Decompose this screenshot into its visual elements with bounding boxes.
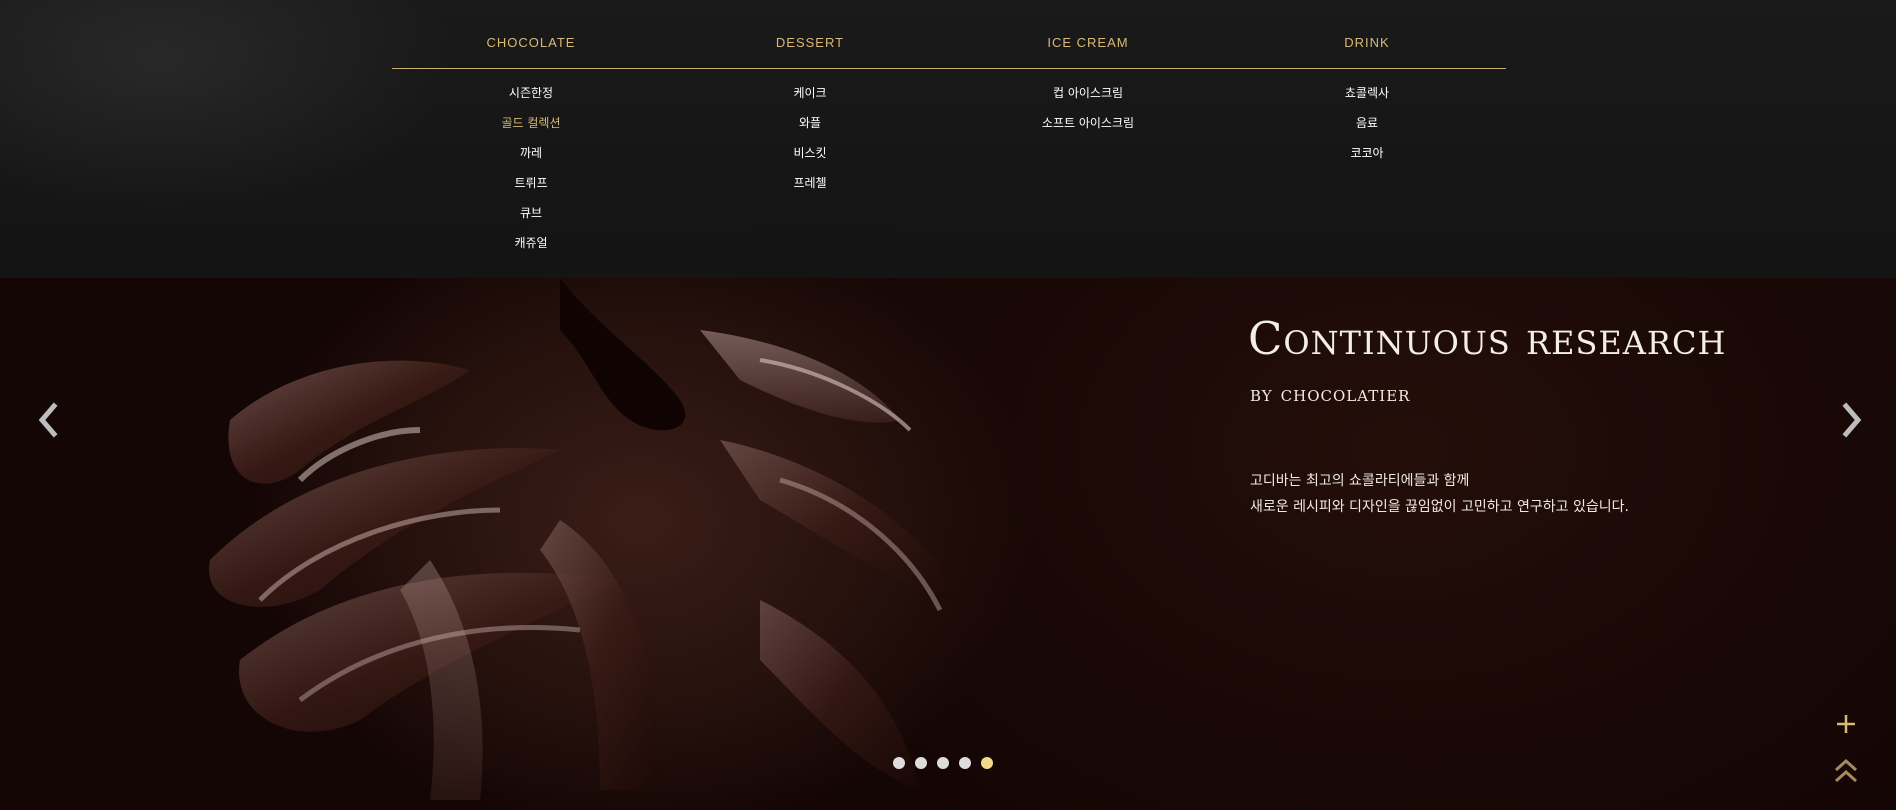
menu-item[interactable]: 소프트 아이스크림 bbox=[949, 115, 1227, 145]
menu-item[interactable]: 시즌한정 bbox=[392, 85, 670, 115]
pagination-dot[interactable] bbox=[915, 757, 927, 769]
pagination-dot[interactable] bbox=[937, 757, 949, 769]
pagination-dot[interactable] bbox=[893, 757, 905, 769]
hero-subtitle: by chocolatier bbox=[1250, 382, 1411, 407]
prev-slide-button[interactable] bbox=[36, 400, 60, 440]
hero-description: 고디바는 최고의 쇼콜라티에들과 함께 새로운 레시피와 디자인을 끊임없이 고… bbox=[1250, 468, 1629, 520]
more-button[interactable] bbox=[1836, 714, 1856, 734]
menu-heading-ice-cream[interactable]: ICE CREAM bbox=[949, 35, 1227, 50]
menu-item[interactable]: 캐쥬얼 bbox=[392, 235, 670, 265]
hero-description-line: 새로운 레시피와 디자인을 끊임없이 고민하고 연구하고 있습니다. bbox=[1250, 499, 1629, 515]
menu-item[interactable]: 비스킷 bbox=[671, 145, 949, 175]
menu-item-active[interactable]: 골드 컬렉션 bbox=[392, 115, 670, 145]
menu-item[interactable]: 와플 bbox=[671, 115, 949, 145]
hero-description-line: 고디바는 최고의 쇼콜라티에들과 함께 bbox=[1250, 473, 1470, 489]
menu-heading-chocolate[interactable]: CHOCOLATE bbox=[392, 35, 670, 50]
next-slide-button[interactable] bbox=[1840, 400, 1864, 440]
menu-item[interactable]: 트뤼프 bbox=[392, 175, 670, 205]
menu-list-dessert: 케이크 와플 비스킷 프레첼 bbox=[671, 85, 949, 205]
menu-list-chocolate: 시즌한정 골드 컬렉션 까레 트뤼프 큐브 캐쥬얼 bbox=[392, 85, 670, 265]
hero-title: Continuous research bbox=[1248, 312, 1727, 365]
scroll-top-button[interactable] bbox=[1834, 758, 1858, 784]
menu-item[interactable]: 까레 bbox=[392, 145, 670, 175]
menu-list-drink: 쵸콜렉사 음료 코코아 bbox=[1228, 85, 1506, 175]
plus-icon bbox=[1837, 715, 1855, 733]
chevron-left-icon bbox=[38, 402, 58, 438]
menu-item[interactable]: 컵 아이스크림 bbox=[949, 85, 1227, 115]
menu-item[interactable]: 큐브 bbox=[392, 205, 670, 235]
pagination-dot-active[interactable] bbox=[981, 757, 993, 769]
menu-item[interactable]: 프레첼 bbox=[671, 175, 949, 205]
menu-item[interactable]: 쵸콜렉사 bbox=[1228, 85, 1506, 115]
menu-list-ice-cream: 컵 아이스크림 소프트 아이스크림 bbox=[949, 85, 1227, 145]
menu-heading-drink[interactable]: DRINK bbox=[1228, 35, 1506, 50]
double-chevron-up-icon bbox=[1834, 758, 1858, 783]
chevron-right-icon bbox=[1842, 402, 1862, 438]
menu-item[interactable]: 케이크 bbox=[671, 85, 949, 115]
menu-item[interactable]: 코코아 bbox=[1228, 145, 1506, 175]
pagination-dot[interactable] bbox=[959, 757, 971, 769]
menu-heading-dessert[interactable]: DESSERT bbox=[671, 35, 949, 50]
menu-columns: CHOCOLATE 시즌한정 골드 컬렉션 까레 트뤼프 큐브 캐쥬얼 DESS… bbox=[392, 0, 1506, 278]
menu-item[interactable]: 음료 bbox=[1228, 115, 1506, 145]
